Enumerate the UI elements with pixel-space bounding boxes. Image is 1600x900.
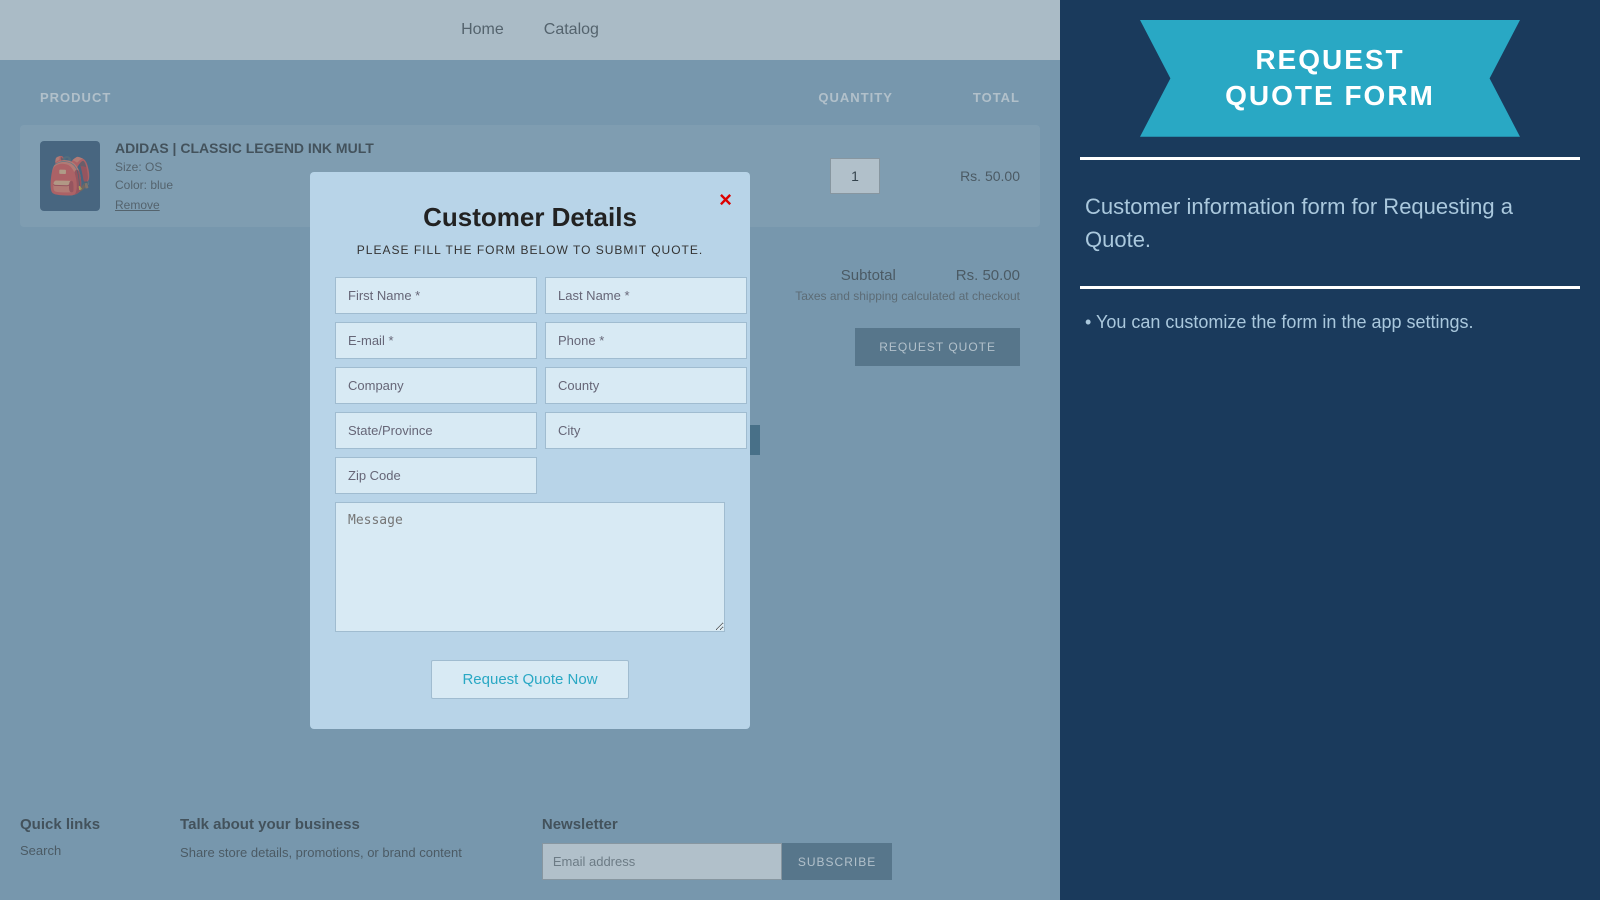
county-input[interactable]	[545, 367, 747, 404]
message-input[interactable]	[335, 502, 725, 632]
state-input[interactable]	[335, 412, 537, 449]
modal-overlay: × Customer Details PLEASE FILL THE FORM …	[0, 0, 1060, 900]
banner-shape: REQUEST QUOTE FORM	[1140, 20, 1520, 137]
banner-container: REQUEST QUOTE FORM	[1140, 20, 1520, 137]
banner-title-line1: REQUEST	[1180, 42, 1480, 78]
right-divider-top	[1080, 157, 1580, 160]
form-row-company	[335, 367, 725, 404]
right-divider-bottom	[1080, 286, 1580, 289]
form-row-name	[335, 277, 725, 314]
email-input[interactable]	[335, 322, 537, 359]
form-row-zip	[335, 457, 725, 494]
banner-title-line2: QUOTE FORM	[1180, 78, 1480, 114]
city-input[interactable]	[545, 412, 747, 449]
phone-input[interactable]	[545, 322, 747, 359]
form-row-state	[335, 412, 725, 449]
form-row-contact	[335, 322, 725, 359]
right-panel-tip: • You can customize the form in the app …	[1060, 299, 1600, 346]
modal-subtitle: PLEASE FILL THE FORM BELOW TO SUBMIT QUO…	[335, 243, 725, 257]
company-input[interactable]	[335, 367, 537, 404]
customer-details-modal: × Customer Details PLEASE FILL THE FORM …	[310, 172, 750, 729]
right-panel: REQUEST QUOTE FORM Customer information …	[1060, 0, 1600, 900]
zip-input[interactable]	[335, 457, 537, 494]
submit-button[interactable]: Request Quote Now	[431, 660, 628, 699]
right-panel-description: Customer information form for Requesting…	[1060, 170, 1600, 276]
last-name-input[interactable]	[545, 277, 747, 314]
modal-close-button[interactable]: ×	[719, 187, 732, 213]
first-name-input[interactable]	[335, 277, 537, 314]
modal-title: Customer Details	[335, 202, 725, 233]
